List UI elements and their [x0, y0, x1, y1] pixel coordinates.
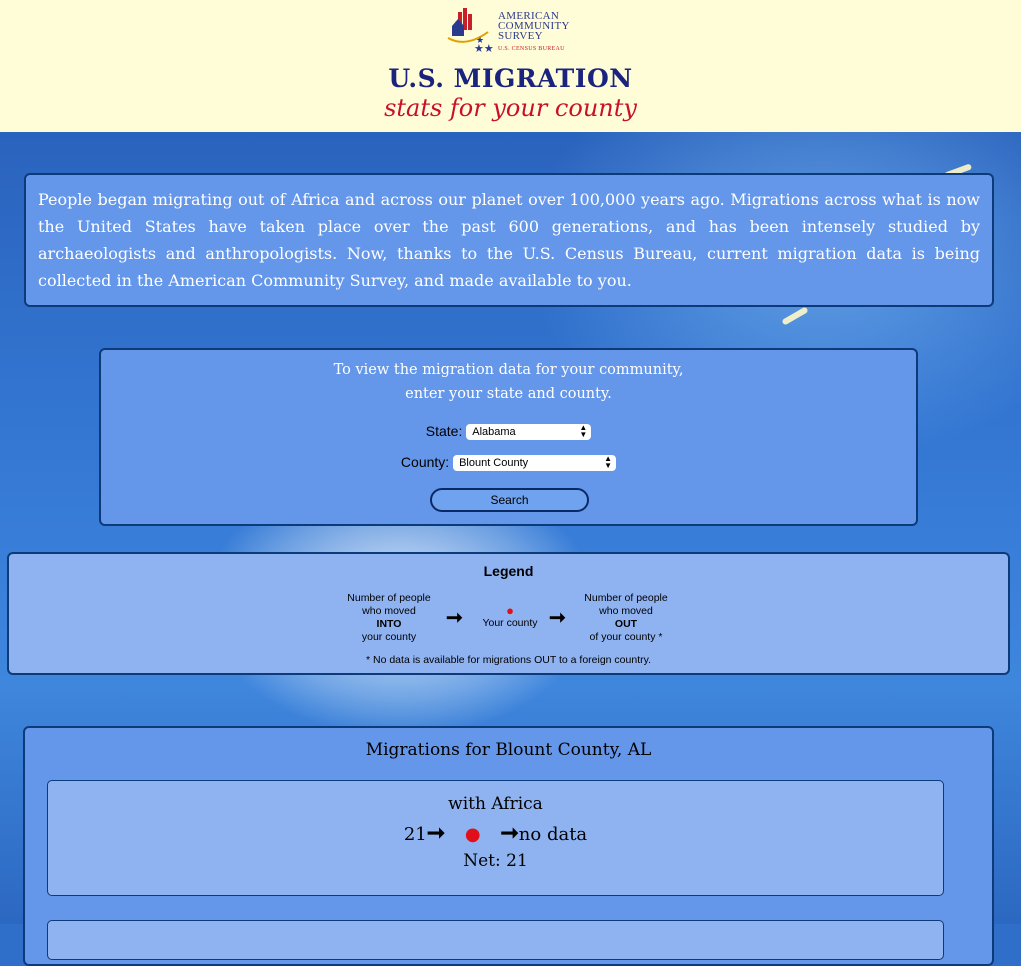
page-subtitle: stats for your county [384, 94, 637, 122]
state-row: State: Alabama ▲ ▼ [101, 423, 916, 441]
legend-panel: Legend Number of people who moved INTO y… [7, 552, 1010, 675]
site-header: ★★ ★ AMERICAN COMMUNITY SURVEY U.S. CENS… [0, 0, 1021, 132]
card-region: with Africa [448, 794, 543, 814]
intro-text: People began migrating out of Africa and… [38, 190, 980, 290]
logo-text: AMERICAN COMMUNITY SURVEY U.S. CENSUS BU… [498, 11, 570, 54]
card-flow: 21➞ ● ➞no data [48, 820, 943, 846]
census-logo-icon[interactable]: ★★ ★ AMERICAN COMMUNITY SURVEY U.S. CENS… [446, 6, 578, 58]
state-select-value: Alabama [472, 426, 516, 439]
search-button[interactable]: Search [430, 488, 589, 512]
page-title: U.S. MIGRATION [388, 64, 633, 93]
legend-line: your county [361, 631, 417, 643]
legend-county: ● Your county [475, 604, 545, 630]
intro-panel: People began migrating out of Africa and… [24, 173, 994, 307]
legend-out-text: Number of people who moved OUT of your c… [571, 592, 681, 644]
arrow-right-icon: ➞ [500, 820, 519, 846]
county-label: County: [400, 454, 450, 470]
arrow-right-icon: ➞ [426, 820, 446, 846]
seed-streak [781, 306, 809, 326]
legend-line: who moved [362, 605, 416, 617]
results-panel: Migrations for Blount County, AL with Af… [23, 726, 994, 966]
state-label: State: [425, 423, 463, 439]
card-out-value: no data [518, 824, 588, 845]
legend-into-text: Number of people who moved INTO your cou… [334, 592, 444, 644]
search-panel: To view the migration data for your comm… [99, 348, 918, 526]
logo-subtitle: U.S. CENSUS BUREAU [498, 46, 565, 52]
select-arrows-icon: ▲ ▼ [579, 423, 588, 440]
arrow-right-icon: ➞ [549, 607, 566, 629]
svg-text:★: ★ [476, 36, 484, 46]
county-row: County: Blount County ▲ ▼ [101, 454, 916, 472]
legend-line: INTO [376, 618, 402, 630]
legend-line: of your county * [589, 631, 663, 643]
arrow-right-icon: ➞ [446, 607, 463, 629]
legend-line: OUT [614, 618, 638, 630]
legend-line: who moved [599, 605, 653, 617]
card-in-value: 21 [403, 824, 427, 845]
legend-line: Number of people [347, 592, 431, 604]
search-prompt: To view the migration data for your comm… [101, 358, 916, 406]
legend-note: * No data is available for migrations OU… [366, 654, 651, 666]
county-select-value: Blount County [459, 457, 529, 470]
migration-card [47, 920, 944, 960]
map-pin-icon: ● [464, 824, 481, 845]
select-arrows-icon: ▲ ▼ [604, 454, 613, 471]
migration-card: with Africa 21➞ ● ➞no data Net: 21 [47, 780, 944, 896]
map-pin-icon: ● [506, 603, 514, 618]
legend-line: Number of people [584, 592, 668, 604]
card-net: Net: 21 [463, 851, 528, 871]
legend-county-label: Your county [482, 617, 538, 629]
prompt-line: enter your state and county. [405, 386, 612, 402]
logo-line: SURVEY [498, 30, 543, 42]
state-select[interactable]: Alabama ▲ ▼ [466, 423, 592, 441]
prompt-line: To view the migration data for your comm… [333, 362, 684, 378]
county-select[interactable]: Blount County ▲ ▼ [453, 454, 617, 472]
results-title: Migrations for Blount County, AL [365, 740, 652, 760]
legend-title: Legend [483, 563, 534, 579]
